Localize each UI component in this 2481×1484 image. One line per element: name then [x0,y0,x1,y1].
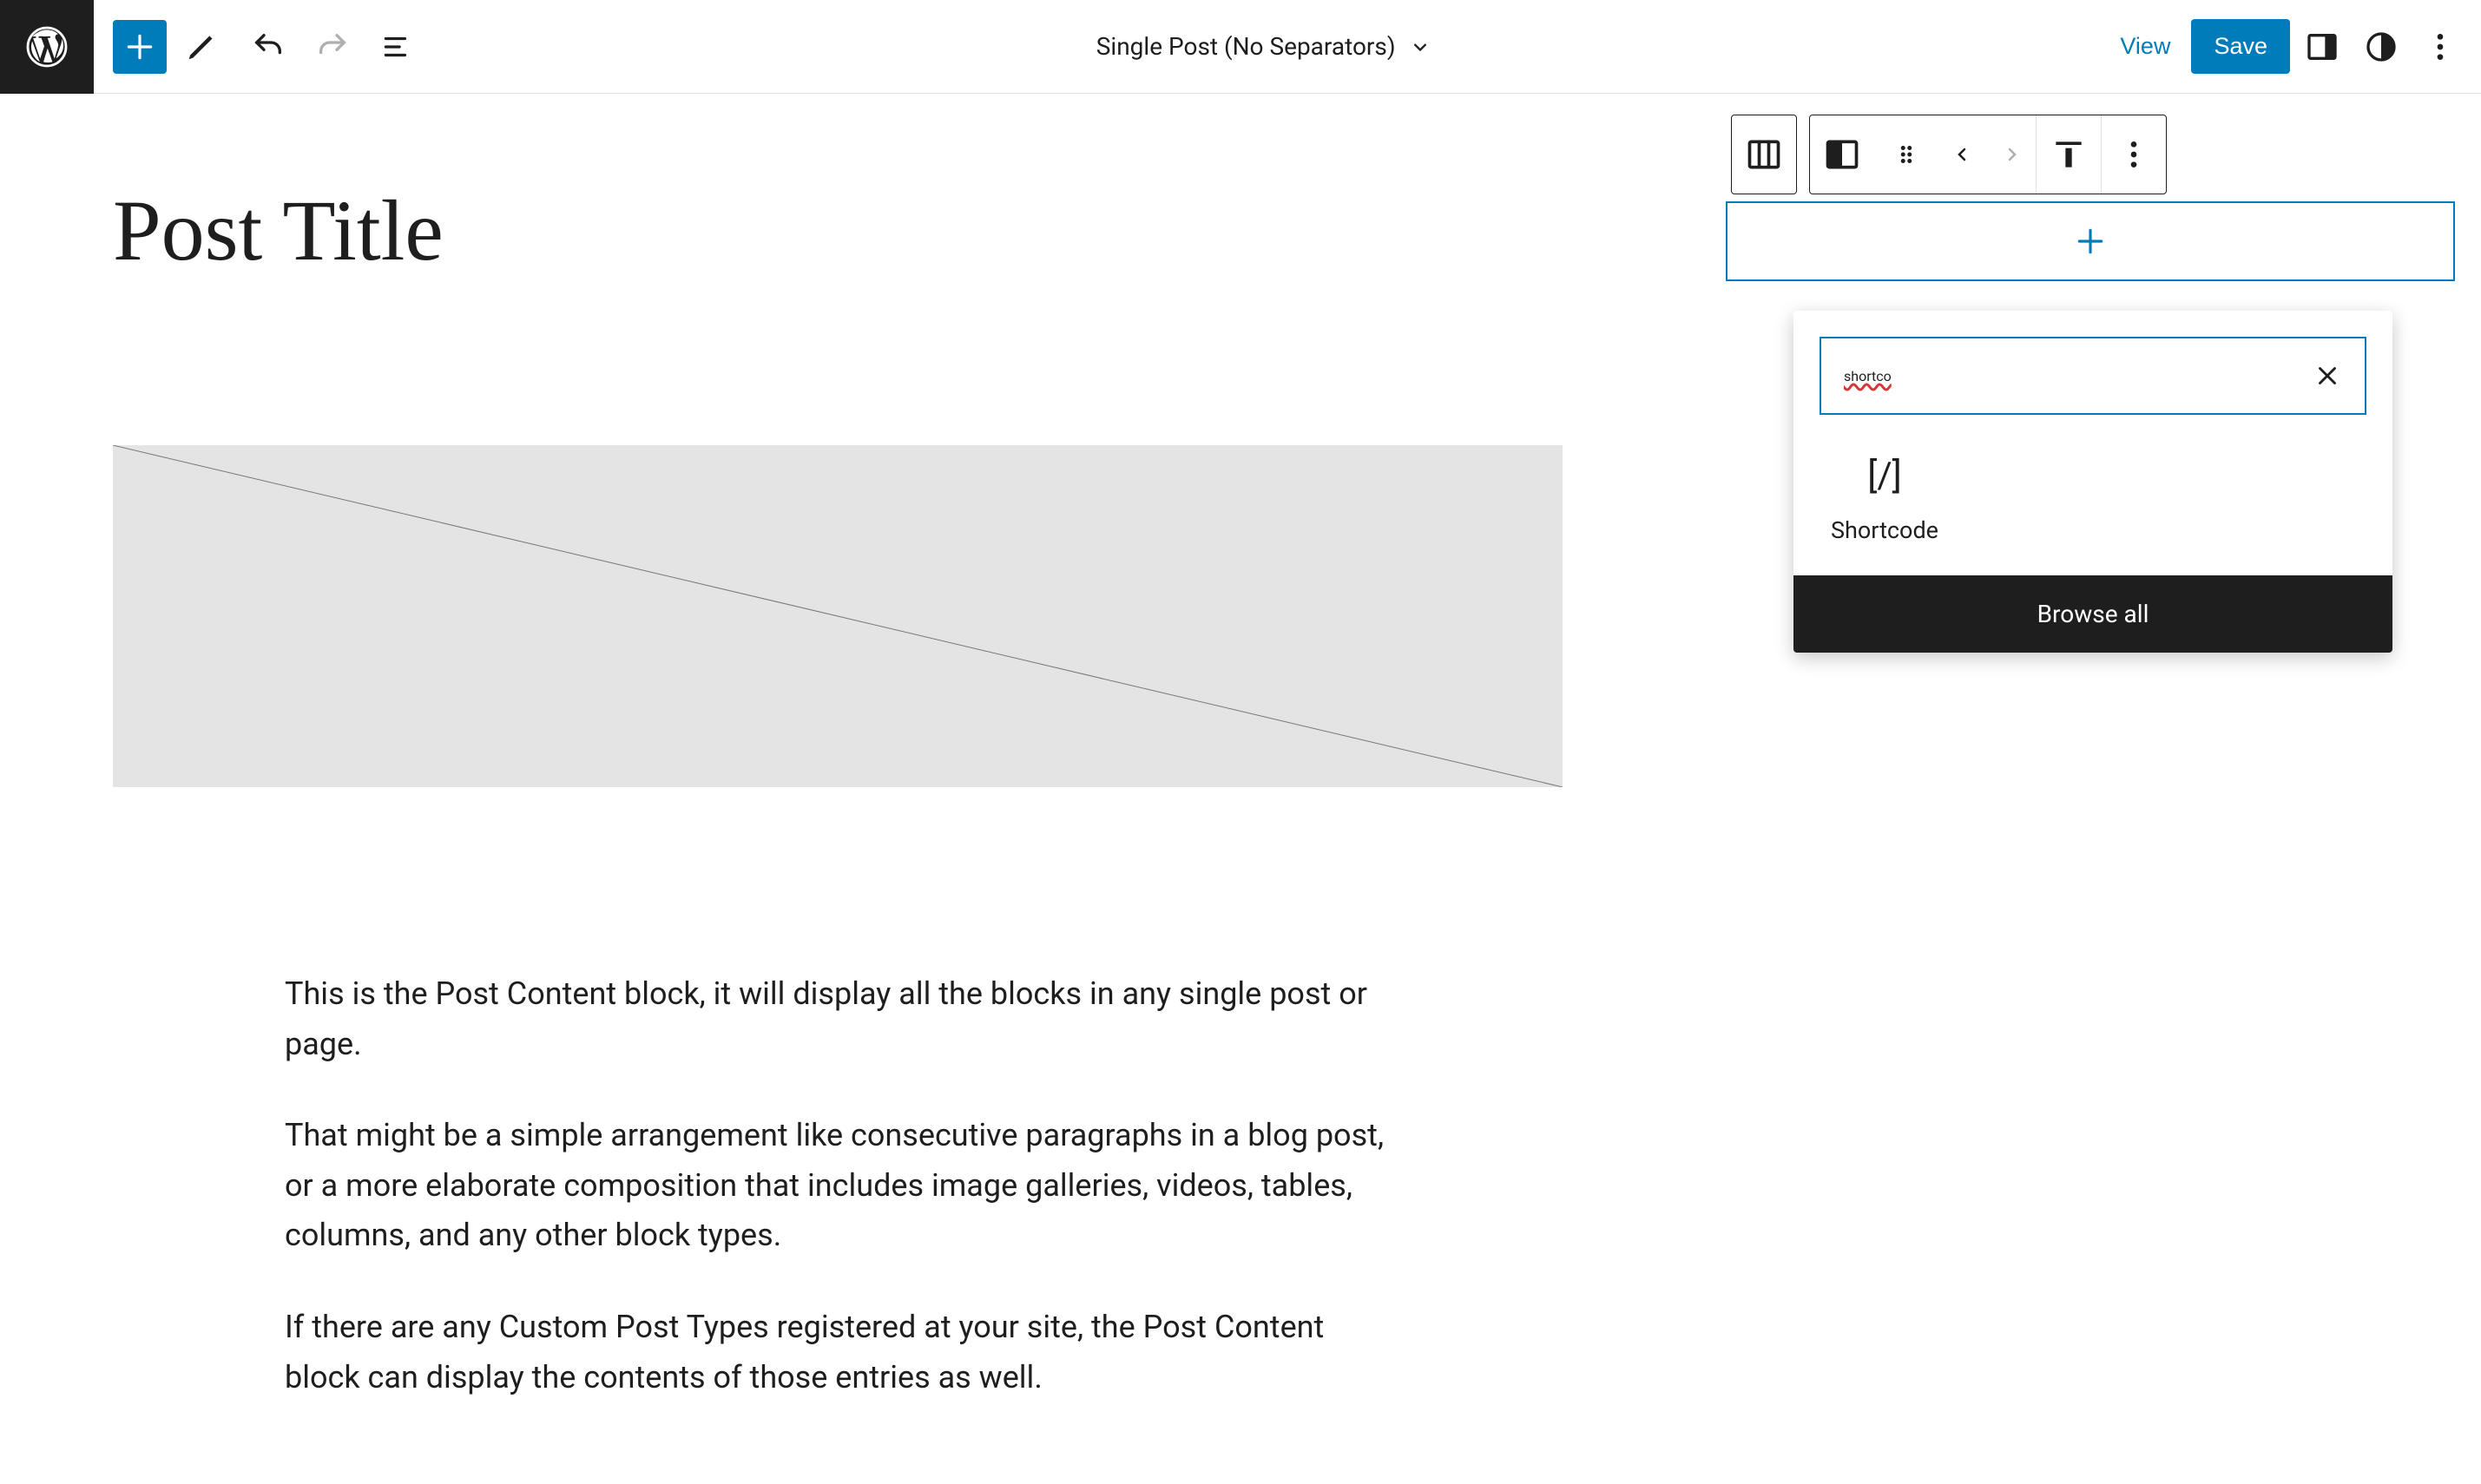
toolbar-center: Single Post (No Separators) [424,32,2104,61]
move-right-button[interactable] [1987,115,2036,194]
undo-icon [251,30,286,64]
move-left-icon [1952,137,1973,172]
tools-icon [188,30,220,63]
parent-block-selector[interactable] [1731,115,1797,194]
redo-button[interactable] [306,20,359,74]
save-button[interactable]: Save [2191,19,2290,74]
styles-icon [2364,30,2399,64]
selected-column-block[interactable] [1726,201,2455,281]
close-icon[interactable] [2313,361,2342,391]
move-left-button[interactable] [1938,115,1987,194]
block-toolbar [1731,115,2481,194]
document-overview-button[interactable] [370,20,424,74]
inserter-result-label: Shortcode [1820,516,1950,544]
block-options-icon [2116,137,2151,172]
inserter-result-shortcode[interactable]: [/] Shortcode [1820,455,1950,544]
styles-toggle[interactable] [2354,20,2408,74]
post-content-block[interactable]: This is the Post Content block, it will … [285,969,1396,1402]
block-options-button[interactable] [2102,115,2166,194]
sidebar-column-area: shortco [/] Shortcode Browse all [1726,94,2481,1484]
block-toolbar-main [1809,115,2167,194]
view-button[interactable]: View [2104,23,2186,70]
tools-button[interactable] [177,20,231,74]
shortcode-block-icon: [/] [1820,455,1950,497]
redo-icon [315,30,350,64]
options-menu-button[interactable] [2413,20,2467,74]
list-view-icon [380,30,413,63]
post-content-paragraph: If there are any Custom Post Types regis… [285,1303,1396,1402]
quick-inserter-popover: shortco [/] Shortcode Browse all [1793,311,2392,653]
post-content-paragraph: That might be a simple arrangement like … [285,1111,1396,1261]
main-content-column: Post Title This is the Post Content bloc… [0,94,1726,1484]
align-top-icon [2050,135,2088,174]
move-right-icon [2001,137,2022,172]
placeholder-diagonal [113,445,1563,787]
sidebar-panel-icon [2305,30,2340,64]
template-name[interactable]: Single Post (No Separators) [1096,32,1396,61]
toolbar-left [94,20,424,74]
drag-handle[interactable] [1874,115,1938,194]
browse-all-button[interactable]: Browse all [1793,575,2392,653]
settings-sidebar-toggle[interactable] [2295,20,2349,74]
chevron-down-icon[interactable] [1408,35,1432,59]
toolbar-right: View Save [2104,19,2481,74]
add-block-icon [2074,225,2107,258]
editor-canvas: Post Title This is the Post Content bloc… [0,94,2481,1484]
drag-handle-icon [1893,135,1919,174]
featured-image-placeholder[interactable] [113,445,1563,787]
inserter-search-value: shortco [1844,368,1892,384]
columns-block-icon [1745,135,1783,174]
editor-top-bar: Single Post (No Separators) View Save [0,0,2481,94]
post-content-paragraph: This is the Post Content block, it will … [285,969,1396,1069]
post-title-block[interactable]: Post Title [113,181,1613,280]
undo-button[interactable] [241,20,295,74]
block-type-button[interactable] [1810,115,1874,194]
toggle-block-inserter-button[interactable] [113,20,167,74]
add-block-icon [123,30,156,63]
inserter-results: [/] Shortcode [1793,441,2392,575]
more-menu-icon [2423,30,2458,64]
wordpress-logo[interactable] [0,0,94,94]
inserter-search-field[interactable]: shortco [1820,337,2366,415]
column-block-icon [1823,135,1861,174]
vertical-align-button[interactable] [2037,115,2101,194]
